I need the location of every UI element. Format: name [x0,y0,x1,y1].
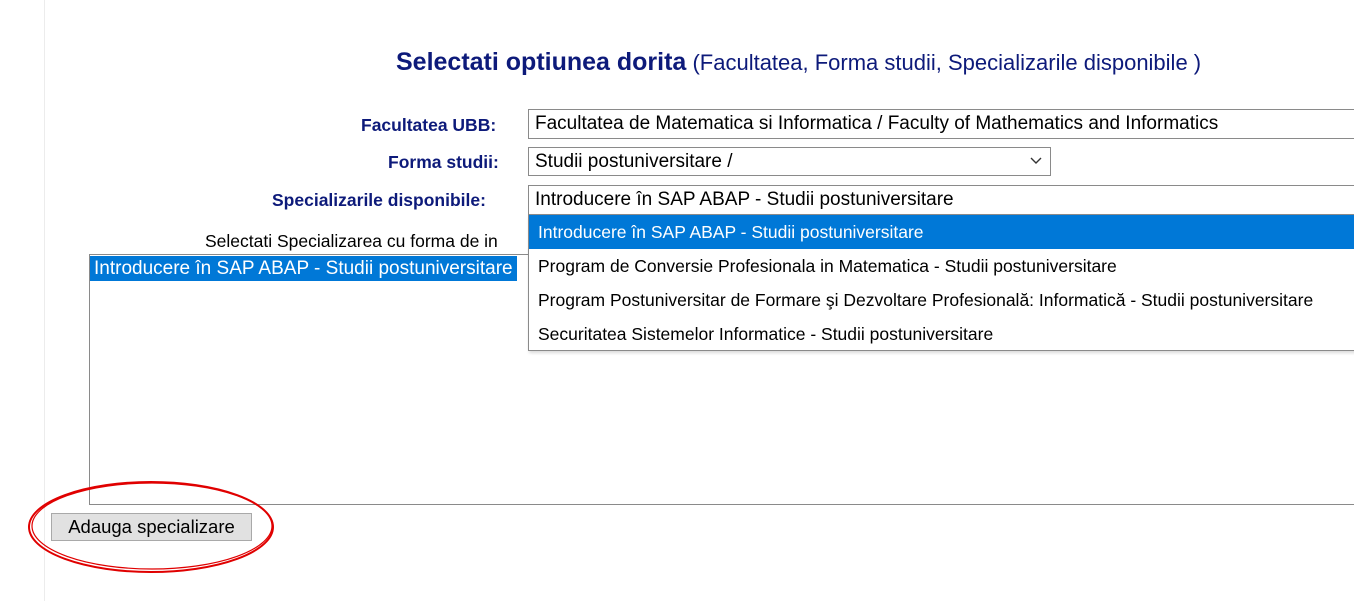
faculty-select-value: Facultatea de Matematica si Informatica … [535,113,1219,134]
listbox-item-label: Introducere în SAP ABAP - Studii postuni… [90,256,517,281]
study-form-label: Forma studii: [388,152,499,172]
specializations-label: Specializarile disponibile: [272,190,486,210]
annotation-circle [28,481,274,573]
study-form-select-value: Studii postuniversitare / [535,151,733,172]
study-form-select[interactable]: Studii postuniversitare / [528,147,1051,176]
page-title: Selectati optiunea dorita (Facultatea, F… [396,48,1201,77]
dropdown-option[interactable]: Introducere în SAP ABAP - Studii postuni… [529,215,1354,249]
faculty-label: Facultatea UBB: [361,115,497,135]
page: Selectati optiunea dorita (Facultatea, F… [0,0,1354,601]
faculty-select[interactable]: Facultatea de Matematica si Informatica … [528,109,1354,139]
dropdown-option[interactable]: Securitatea Sistemelor Informatice - Stu… [529,317,1354,350]
page-title-main: Selectati optiunea dorita [396,48,687,76]
dropdown-option[interactable]: Program de Conversie Profesionala in Mat… [529,249,1354,283]
specializations-select[interactable]: Introducere în SAP ABAP - Studii postuni… [528,185,1354,215]
selection-helper-text: Selectati Specializarea cu forma de in [205,231,498,251]
chevron-down-icon [1030,157,1042,164]
dropdown-option[interactable]: Program Postuniversitar de Formare şi De… [529,283,1354,317]
specializations-select-value: Introducere în SAP ABAP - Studii postuni… [535,189,954,210]
specializations-dropdown-list[interactable]: Introducere în SAP ABAP - Studii postuni… [528,214,1354,351]
page-title-sub: (Facultatea, Forma studii, Specializaril… [686,50,1202,75]
